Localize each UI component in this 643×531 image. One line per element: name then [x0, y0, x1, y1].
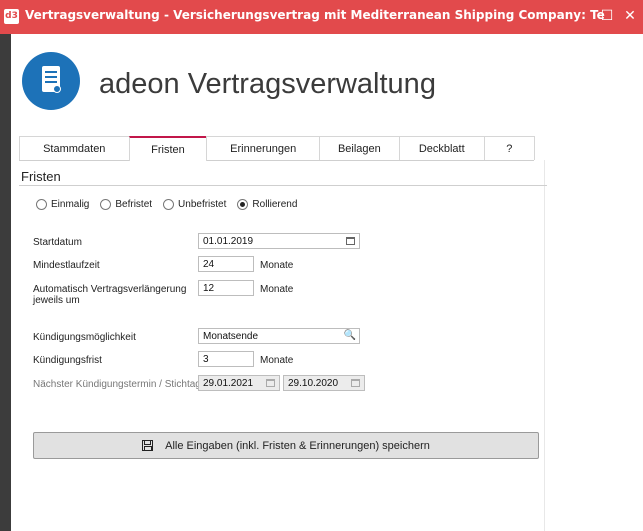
- maximize-icon[interactable]: ☐: [597, 6, 617, 26]
- document-logo-icon: [22, 52, 80, 110]
- tab-stammdaten[interactable]: Stammdaten: [19, 136, 130, 160]
- app-header: adeon Vertragsverwaltung: [11, 34, 643, 136]
- calendar-icon: [263, 376, 277, 390]
- radio-selected-icon: [237, 199, 249, 210]
- radio-befristet[interactable]: Befristet: [100, 199, 152, 210]
- tab-bar: Stammdaten Fristen Erinnerungen Beilagen…: [19, 136, 535, 161]
- search-icon[interactable]: 🔍: [343, 329, 357, 343]
- verlaengerung-field[interactable]: 12: [198, 280, 254, 296]
- naechster-termin-field: 29.01.2021: [198, 375, 280, 391]
- save-all-label: Alle Eingaben (inkl. Fristen & Erinnerun…: [165, 439, 430, 452]
- radio-einmalig[interactable]: Einmalig: [36, 199, 89, 210]
- radio-circle-icon: [163, 199, 175, 210]
- tab-fristen[interactable]: Fristen: [128, 136, 208, 161]
- startdatum-label: Startdatum: [33, 237, 82, 248]
- kuendigungsfrist-label: Kündigungsfrist: [33, 355, 102, 366]
- window-frame-left: [0, 34, 11, 531]
- startdatum-field[interactable]: 01.01.2019: [198, 233, 360, 249]
- verlaengerung-unit: Monate: [260, 284, 294, 295]
- radio-label: Unbefristet: [178, 199, 227, 210]
- radio-circle-icon: [36, 199, 47, 210]
- contract-type-radio-group: Einmalig Befristet Unbefristet Rollieren…: [36, 199, 308, 210]
- section-title: Fristen: [21, 169, 61, 184]
- save-all-button[interactable]: Alle Eingaben (inkl. Fristen & Erinnerun…: [33, 432, 539, 459]
- radio-circle-icon: [100, 199, 112, 210]
- tab-beilagen[interactable]: Beilagen: [318, 136, 400, 160]
- d3-app-badge: d3: [4, 9, 19, 24]
- kuendigungsmoeglichkeit-label: Kündigungsmöglichkeit: [33, 332, 136, 343]
- radio-rollierend[interactable]: Rollierend: [237, 199, 297, 210]
- panel-divider: [544, 160, 545, 531]
- floppy-disk-icon: [142, 440, 154, 451]
- window-titlebar: d3 Vertragsverwaltung - Versicherungsver…: [0, 0, 643, 34]
- tab-erinnerungen[interactable]: Erinnerungen: [206, 136, 320, 160]
- kuendigungsmoeglichkeit-field[interactable]: Monatsende 🔍: [198, 328, 360, 344]
- kuendigungsfrist-field[interactable]: 3: [198, 351, 254, 367]
- main-content: adeon Vertragsverwaltung Stammdaten Fris…: [11, 34, 643, 531]
- startdatum-value: 01.01.2019: [203, 236, 254, 247]
- naechster-termin-label: Nächster Kündigungstermin / Stichtag: [33, 379, 201, 390]
- verlaengerung-label: Automatisch Vertragsverlängerung jeweils…: [33, 284, 187, 306]
- section-divider: [19, 185, 547, 186]
- close-icon[interactable]: ✕: [620, 6, 640, 26]
- window-title: Vertragsverwaltung - Versicherungsvertra…: [25, 8, 605, 22]
- calendar-icon[interactable]: [343, 234, 357, 248]
- tab-help[interactable]: ?: [483, 136, 535, 160]
- stichtag-value: 29.10.2020: [288, 378, 339, 389]
- radio-label: Befristet: [115, 199, 153, 210]
- kuendigungsmoeglichkeit-value: Monatsende: [203, 331, 259, 342]
- tab-deckblatt[interactable]: Deckblatt: [398, 136, 485, 160]
- kuendigungsfrist-unit: Monate: [260, 355, 294, 366]
- naechster-termin-value: 29.01.2021: [203, 378, 254, 389]
- mindestlaufzeit-unit: Monate: [260, 260, 294, 271]
- radio-unbefristet[interactable]: Unbefristet: [163, 199, 226, 210]
- stichtag-field: 29.10.2020: [283, 375, 365, 391]
- mindestlaufzeit-field[interactable]: 24: [198, 256, 254, 272]
- mindestlaufzeit-label: Mindestlaufzeit: [33, 260, 100, 271]
- app-name: adeon Vertragsverwaltung: [99, 68, 436, 100]
- calendar-icon: [348, 376, 362, 390]
- radio-label: Rollierend: [252, 199, 298, 210]
- radio-label: Einmalig: [51, 199, 90, 210]
